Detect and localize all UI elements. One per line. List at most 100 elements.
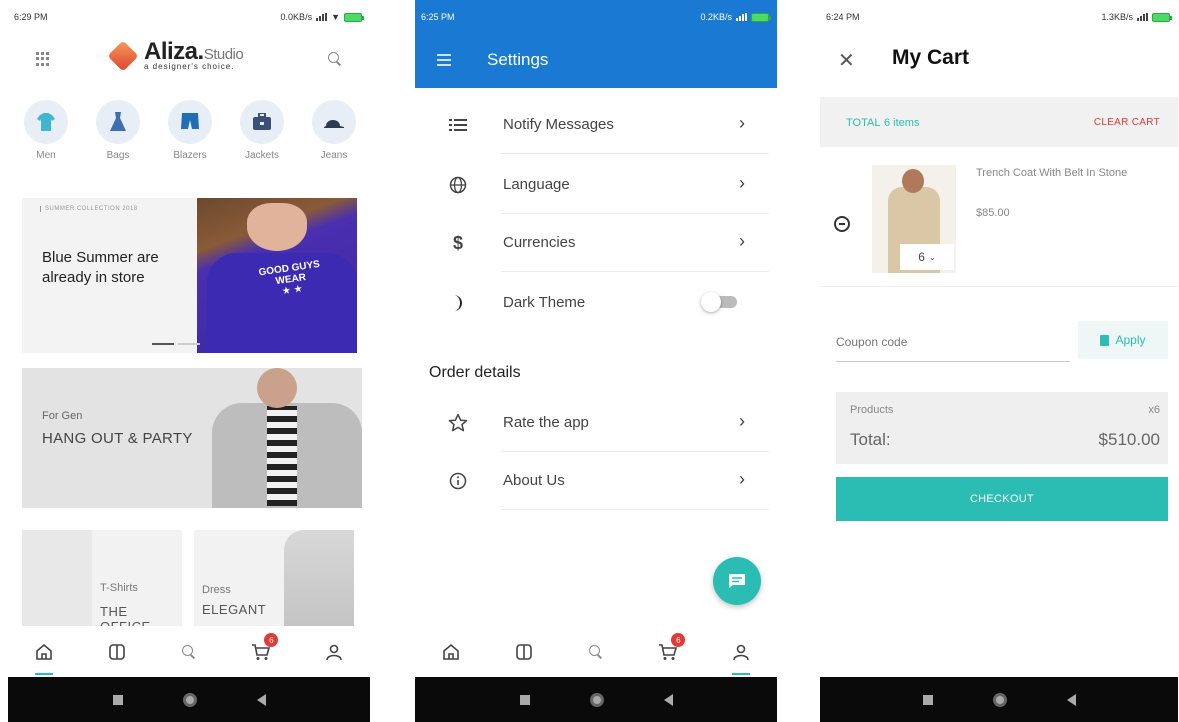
logo-tagline: a designer's choice. — [144, 62, 235, 71]
settings-item-label: Rate the app — [503, 414, 589, 431]
category-list: Men Bags Blazers Jackets Jeans — [20, 100, 360, 161]
party-banner[interactable]: For Gen HANG OUT & PARTY — [22, 368, 362, 508]
status-bar: 6:29 PM 0.0KB/s ▼ — [8, 0, 370, 34]
home-header: Aliza.Studio a designer's choice. — [8, 34, 370, 86]
settings-item-label: Currencies — [503, 234, 576, 251]
close-icon[interactable]: ✕ — [838, 48, 855, 73]
home-button[interactable] — [992, 692, 1007, 707]
summer-banner[interactable]: SUMMER COLLECTION 2018 Blue Summer are a… — [22, 198, 357, 353]
category-bags[interactable]: Bags — [92, 100, 144, 161]
recents-button[interactable] — [112, 694, 123, 705]
nav-catalog[interactable] — [509, 637, 539, 667]
chevron-right-icon: › — [739, 231, 745, 251]
search-icon — [181, 645, 196, 659]
chevron-right-icon: › — [739, 173, 745, 193]
back-button[interactable] — [663, 693, 673, 706]
logo-name: Aliza. — [144, 38, 204, 65]
nav-cart[interactable]: 6 — [246, 633, 279, 667]
back-button[interactable] — [256, 693, 266, 706]
category-blazers[interactable]: Blazers — [164, 100, 216, 161]
coupon-input[interactable] — [836, 322, 1070, 362]
page-title: My Cart — [892, 46, 970, 69]
tile-subtitle: Dress — [202, 584, 231, 596]
dress-icon — [110, 112, 126, 131]
page-title: Settings — [487, 50, 549, 69]
cart-total-bar: TOTAL 6 items CLEAR CART — [820, 97, 1178, 147]
signal-icon — [1137, 13, 1148, 21]
dollar-icon: $ — [452, 232, 463, 253]
status-bar: 6:24 PM 1.3KB/s — [820, 0, 1178, 34]
settings-item-notify[interactable]: Notify Messages › — [415, 96, 777, 154]
cart-badge: 6 — [671, 633, 686, 647]
user-icon — [732, 644, 749, 661]
dark-theme-toggle[interactable] — [701, 292, 737, 312]
product-name: Trench Coat With Belt In Stone — [976, 167, 1128, 179]
order-summary: Products x6 Total: $510.00 — [836, 392, 1168, 464]
nav-home[interactable] — [29, 637, 59, 675]
banner-title: HANG OUT & PARTY — [42, 430, 193, 447]
product-price: $85.00 — [976, 207, 1010, 219]
user-icon — [325, 644, 342, 661]
nav-cart[interactable]: 6 — [653, 633, 686, 667]
category-jeans[interactable]: Jeans — [308, 100, 360, 161]
settings-item-currencies[interactable]: $ Currencies › — [415, 214, 777, 272]
settings-item-rate[interactable]: Rate the app › — [415, 394, 777, 452]
category-jackets[interactable]: Jackets — [236, 100, 288, 161]
dress-tile[interactable]: Dress ELEGANT — [194, 530, 354, 626]
section-title: Order details — [429, 364, 521, 381]
nav-home[interactable] — [436, 637, 466, 667]
settings-item-label: Dark Theme — [503, 294, 586, 311]
network-speed: 0.2KB/s — [700, 12, 732, 22]
category-men[interactable]: Men — [20, 100, 72, 161]
tile-subtitle: T-Shirts — [100, 582, 138, 594]
grid-menu-icon[interactable] — [36, 52, 50, 66]
app-bar: 6:25 PM 0.2KB/s Settings — [415, 0, 777, 88]
cap-icon — [324, 120, 344, 128]
nav-profile[interactable] — [319, 637, 349, 667]
chevron-right-icon: › — [739, 113, 745, 133]
tshirts-tile[interactable]: T-Shirts THE OFFICE — [22, 530, 182, 626]
products-label: Products — [850, 404, 894, 416]
chat-fab-button[interactable] — [713, 557, 761, 605]
list-icon — [447, 114, 469, 136]
recents-button[interactable] — [519, 694, 530, 705]
tile-image — [284, 530, 354, 626]
nav-search[interactable] — [581, 637, 611, 667]
settings-item-language[interactable]: Language › — [415, 156, 777, 214]
clear-cart-button[interactable]: CLEAR CART — [1094, 117, 1160, 128]
chevron-right-icon: › — [739, 411, 745, 431]
total-value: $510.00 — [1098, 430, 1160, 449]
nav-catalog[interactable] — [102, 637, 132, 667]
chevron-down-icon: ⌄ — [928, 252, 936, 262]
logo-suffix: Studio — [203, 46, 244, 63]
bottom-nav: 6 — [8, 628, 370, 676]
recents-button[interactable] — [922, 694, 933, 705]
search-icon[interactable] — [328, 52, 342, 66]
apply-coupon-button[interactable]: Apply — [1078, 321, 1168, 359]
back-button[interactable] — [1066, 693, 1076, 706]
remove-item-icon[interactable] — [834, 216, 850, 232]
settings-item-about[interactable]: About Us › — [415, 452, 777, 510]
clipboard-icon — [1100, 334, 1110, 346]
status-time: 6:29 PM — [14, 12, 48, 22]
checkout-button[interactable]: CHECKOUT — [836, 477, 1168, 521]
nav-profile[interactable] — [726, 637, 756, 675]
banner-tag: SUMMER COLLECTION 2018 — [40, 206, 138, 212]
signal-icon — [736, 13, 747, 21]
home-button[interactable] — [182, 692, 197, 707]
home-button[interactable] — [589, 692, 604, 707]
globe-icon — [447, 174, 469, 196]
banner-title: Blue Summer are already in store — [42, 249, 159, 286]
wifi-icon: ▼ — [331, 12, 340, 22]
menu-icon[interactable] — [437, 54, 451, 69]
banner-subtitle: For Gen — [42, 410, 83, 422]
nav-search[interactable] — [174, 637, 204, 667]
cart-screen: 6:24 PM 1.3KB/s ✕ My Cart TOTAL 6 items … — [820, 0, 1178, 722]
category-label: Jackets — [245, 150, 279, 161]
apply-label: Apply — [1115, 333, 1146, 347]
system-nav-bar — [415, 677, 777, 722]
chat-icon — [729, 574, 745, 588]
quantity-select[interactable]: 6 ⌄ — [900, 244, 954, 270]
cart-badge: 6 — [264, 633, 279, 647]
signal-icon — [316, 13, 328, 21]
